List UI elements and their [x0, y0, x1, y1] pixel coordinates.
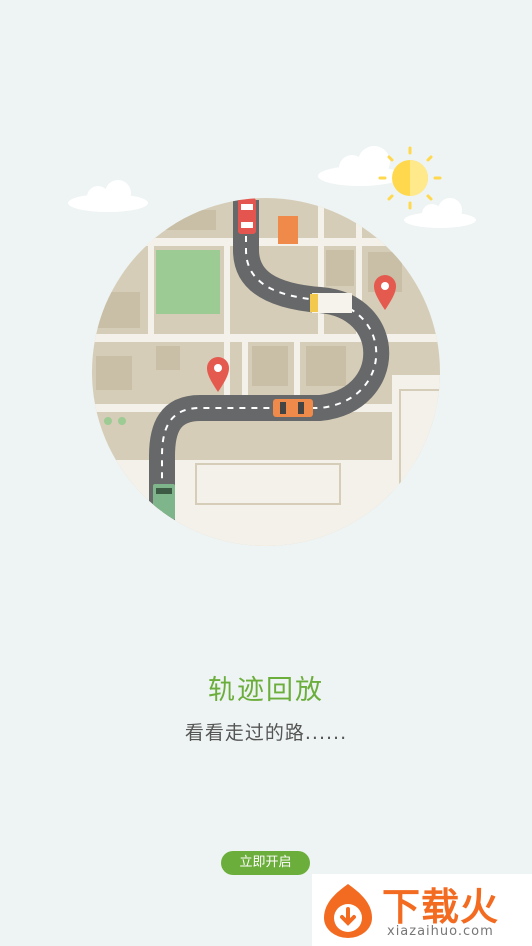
watermark-badge: 下载火 xiazaihuo.com [312, 874, 532, 946]
car-icon [273, 399, 313, 417]
cloud-icon [404, 198, 476, 228]
watermark-title: 下载火 [382, 885, 500, 929]
watermark-url: xiazaihuo.com [387, 924, 494, 939]
map-circle [92, 198, 440, 546]
route-map-illustration [68, 146, 476, 546]
feature-title: 轨迹回放 [208, 675, 324, 706]
bus-icon [153, 484, 175, 520]
truck-icon [310, 293, 352, 313]
download-logo-icon [324, 884, 372, 938]
car-icon [238, 198, 256, 234]
cloud-icon [68, 180, 148, 212]
feature-subtitle: 看看走过的路...... [184, 722, 348, 744]
cloud-icon [318, 146, 402, 186]
start-button[interactable]: 立即开启 [221, 851, 310, 875]
